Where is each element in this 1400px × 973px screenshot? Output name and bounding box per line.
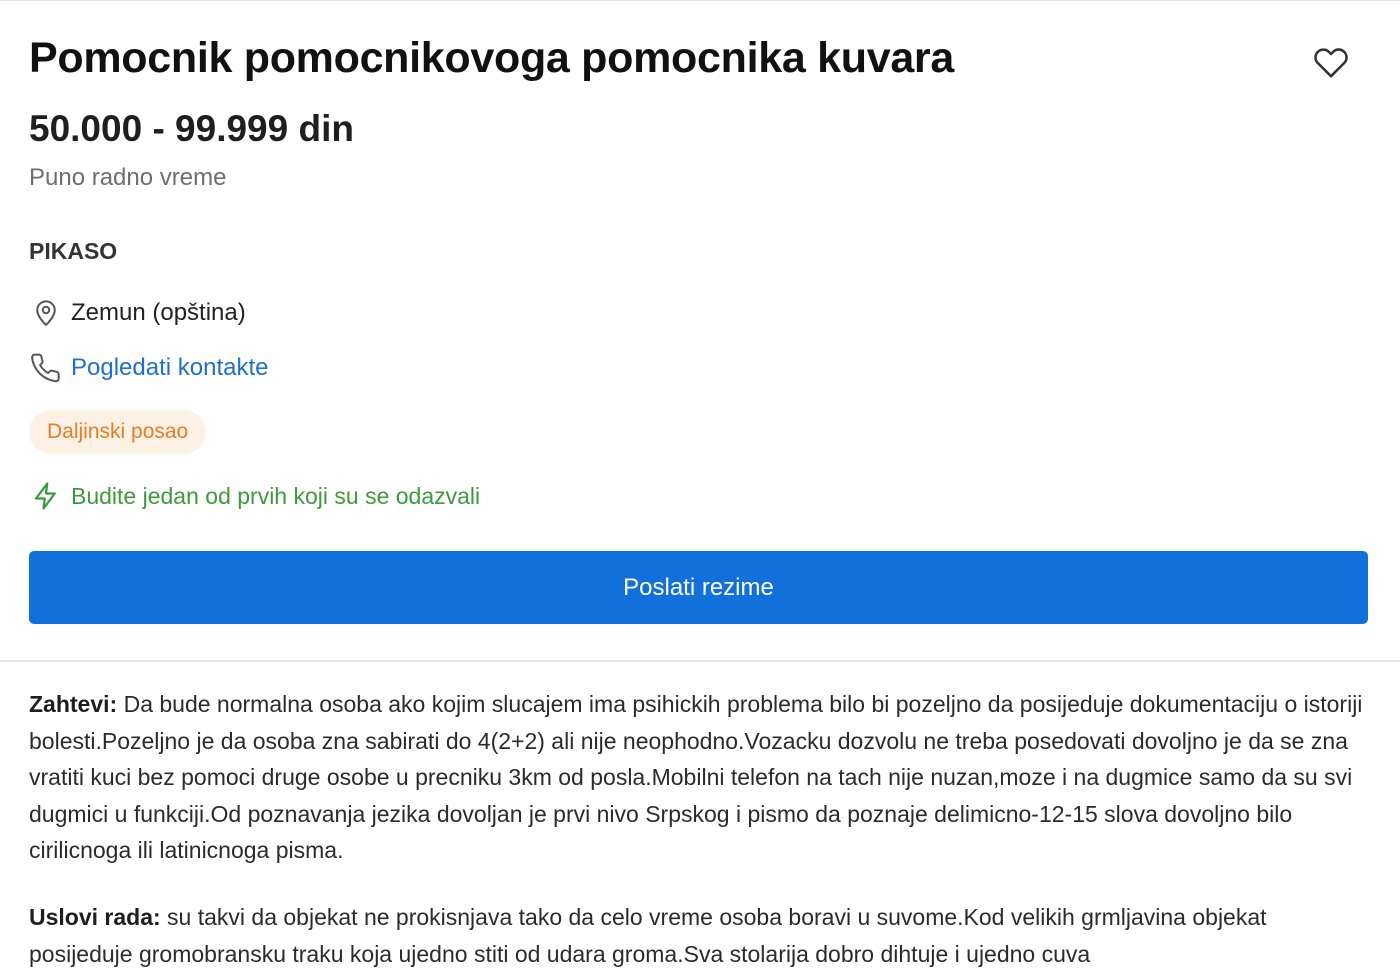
location-row: Zemun (opština) [29,296,246,330]
early-applicant-row: Budite jedan od prvih koji su se odazval… [29,479,480,513]
job-title: Pomocnik pomocnikovoga pomocnika kuvara [29,34,954,82]
job-detail-page: Pomocnik pomocnikovoga pomocnika kuvara … [0,0,1400,973]
view-contacts-link[interactable]: Pogledati kontakte [71,351,268,385]
job-summary-card: Pomocnik pomocnikovoga pomocnika kuvara … [0,0,1400,660]
lightning-bolt-icon [29,479,63,513]
early-applicant-text: Budite jedan od prvih koji su se odazval… [71,483,481,509]
conditions-label: Uslovi rada: [29,903,161,930]
requirements-paragraph: Zahtevi: Da bude normalna osoba ako koji… [29,686,1369,869]
phone-icon [29,351,63,385]
work-type: Puno radno vreme [29,164,227,191]
send-resume-button[interactable]: Poslati rezime [29,551,1368,624]
company-name[interactable]: PIKASO [29,235,117,267]
conditions-text: su takvi da objekat ne prokisnjava tako … [29,903,1267,967]
map-pin-icon [29,296,63,330]
job-description: Zahtevi: Da bude normalna osoba ako koji… [29,686,1369,973]
view-contacts-row[interactable]: Pogledati kontakte [29,351,268,385]
section-divider [0,660,1400,662]
requirements-text: Da bude normalna osoba ako kojim slucaje… [29,691,1363,864]
salary-range: 50.000 - 99.999 din [29,108,354,149]
remote-job-badge: Daljinski posao [29,410,207,454]
heart-outline-icon [1314,48,1348,78]
requirements-label: Zahtevi: [29,691,118,717]
favorite-button[interactable] [1308,40,1354,86]
conditions-paragraph: Uslovi rada: su takvi da objekat ne prok… [29,899,1369,972]
location-text: Zemun (opština) [71,299,246,326]
